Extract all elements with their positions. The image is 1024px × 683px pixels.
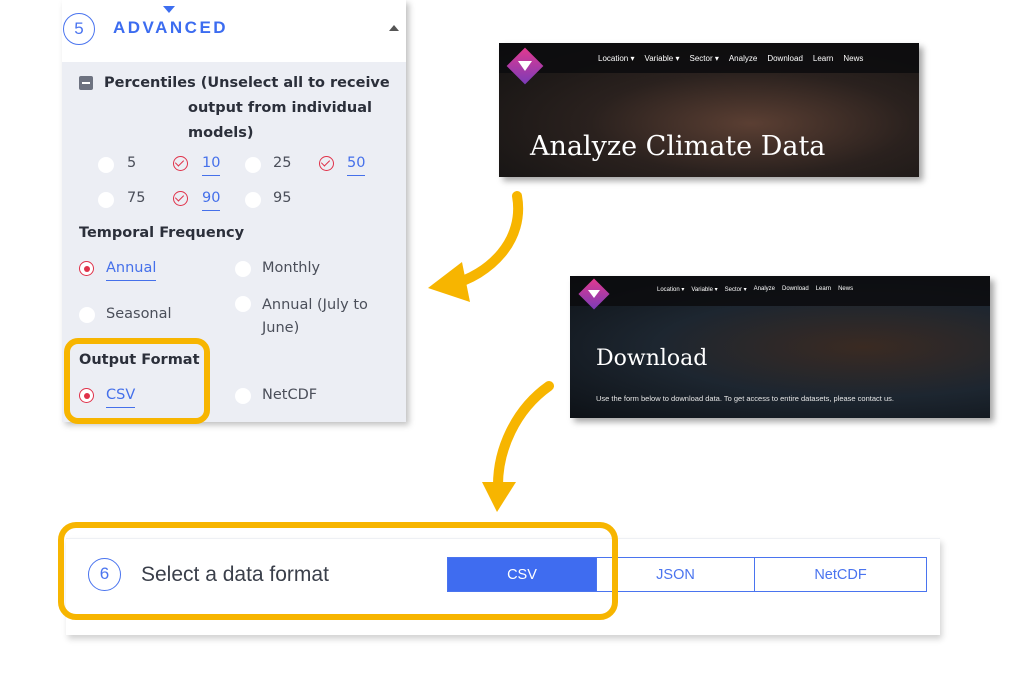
netcdf-format-button[interactable]: NetCDF — [754, 557, 927, 592]
arrow-head-down — [482, 482, 516, 512]
arrow-head-left — [428, 262, 470, 302]
step6-highlight — [58, 522, 618, 620]
json-format-button[interactable]: JSON — [596, 557, 755, 592]
arrow-to-step6 — [493, 381, 554, 490]
